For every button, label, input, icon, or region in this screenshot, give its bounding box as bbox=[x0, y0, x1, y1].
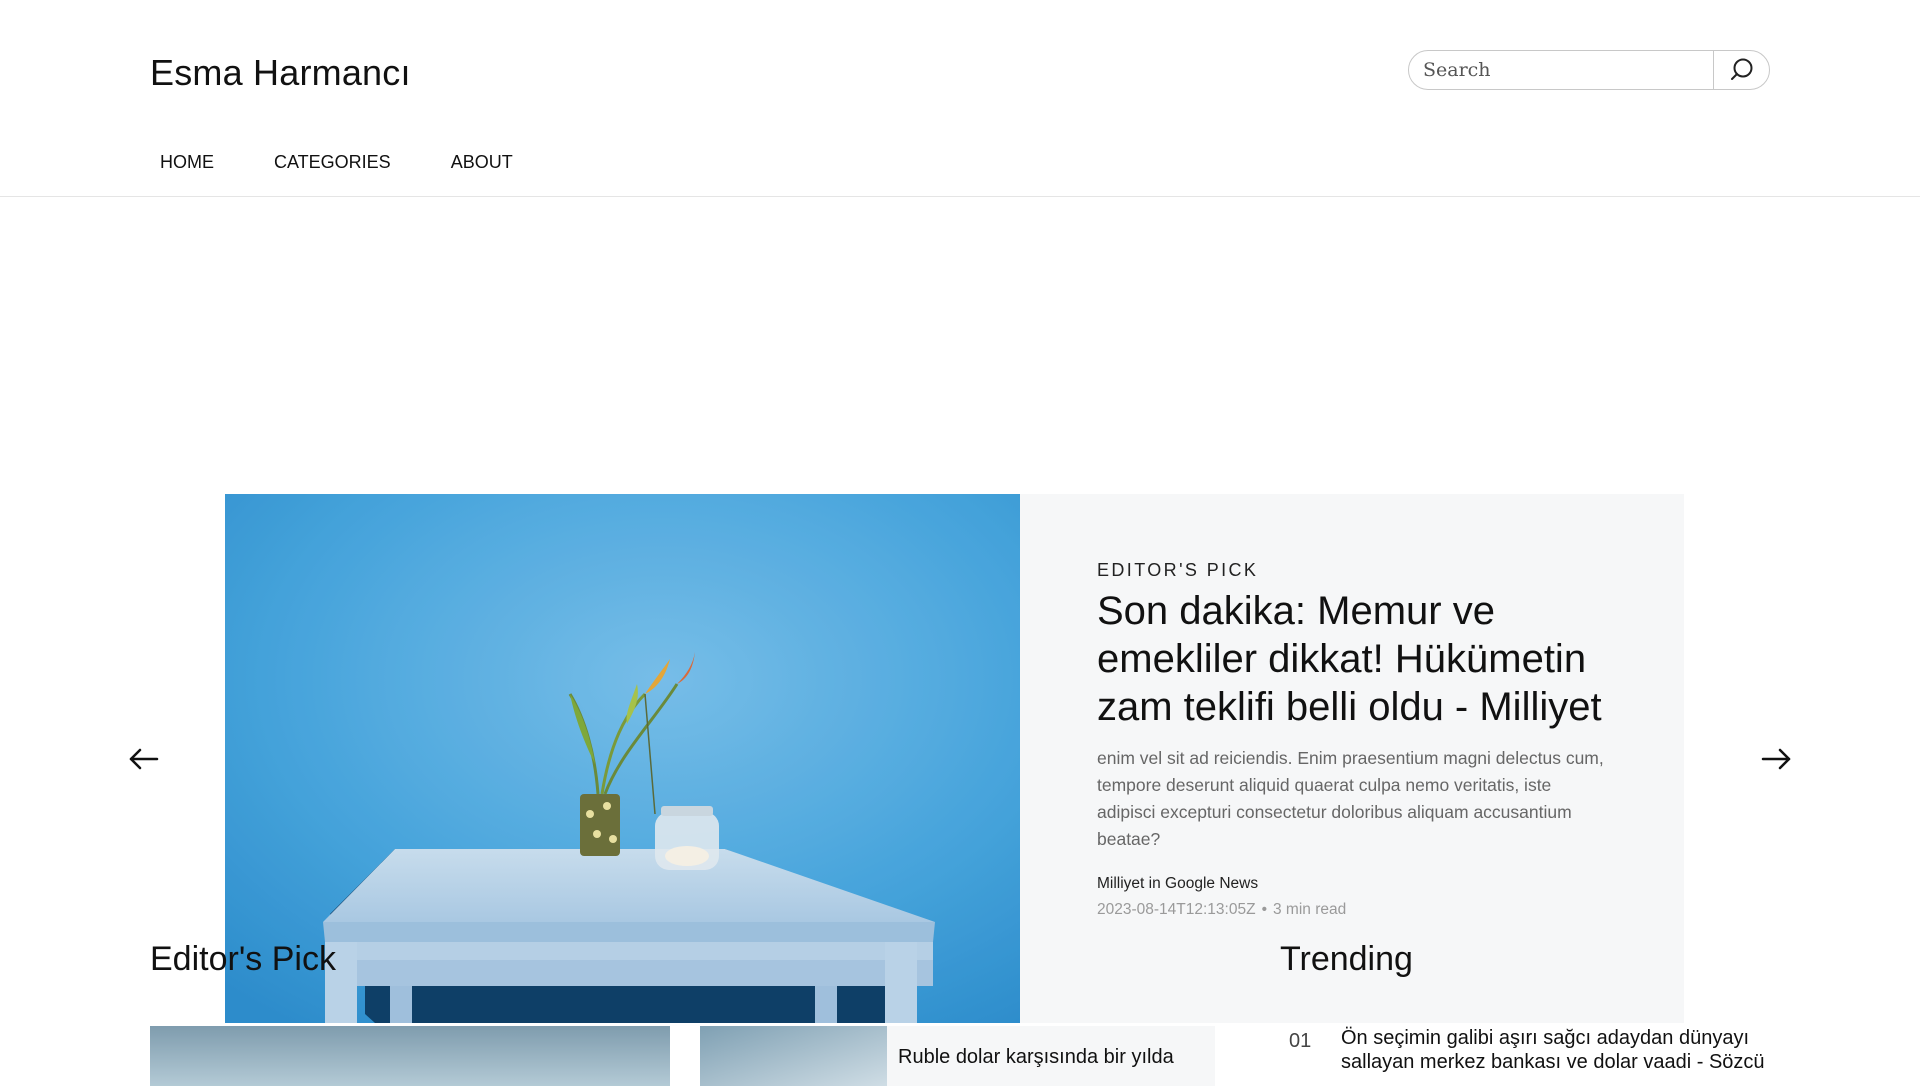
editors-pick-heading: Editor's Pick bbox=[150, 940, 336, 978]
hero-source[interactable]: Milliyet in Google News bbox=[1097, 875, 1614, 893]
trending-heading: Trending bbox=[1280, 940, 1413, 978]
editors-pick-card[interactable] bbox=[150, 1026, 670, 1086]
nav-categories[interactable]: CATEGORIES bbox=[264, 152, 401, 173]
trending-title[interactable]: Ön seçimin galibi aşırı sağcı adaydan dü… bbox=[1341, 1026, 1771, 1074]
site-title[interactable]: Esma Harmancı bbox=[150, 52, 411, 94]
arrow-right-icon[interactable] bbox=[1759, 742, 1793, 776]
hero-read-time: 3 min read bbox=[1273, 901, 1347, 918]
search-icon bbox=[1730, 58, 1752, 80]
hero-slide[interactable]: EDITOR'S PICK Son dakika: Memur ve emekl… bbox=[225, 494, 1684, 1023]
main-nav: HOME CATEGORIES ABOUT bbox=[150, 152, 563, 173]
trending-item[interactable]: 01 Ön seçimin galibi aşırı sağcı adaydan… bbox=[1280, 1026, 1780, 1074]
hero-title[interactable]: Son dakika: Memur ve emekliler dikkat! H… bbox=[1097, 587, 1614, 731]
hero-date: 2023-08-14T12:13:05Z bbox=[1097, 901, 1256, 918]
nav-about[interactable]: ABOUT bbox=[441, 152, 523, 173]
hero-image[interactable] bbox=[225, 494, 1020, 1023]
search-button[interactable] bbox=[1713, 51, 1769, 89]
card-image[interactable] bbox=[150, 1026, 670, 1086]
hero-excerpt: enim vel sit ad reiciendis. Enim praesen… bbox=[1097, 748, 1604, 849]
meta-separator: • bbox=[1261, 901, 1267, 918]
search-input[interactable] bbox=[1409, 51, 1723, 89]
arrow-left-icon[interactable] bbox=[127, 742, 161, 776]
editors-pick-card[interactable]: Ruble dolar karşısında bir yılda bbox=[700, 1026, 1215, 1086]
hero-meta: 2023-08-14T12:13:05Z • 3 min read bbox=[1097, 901, 1614, 919]
search-box bbox=[1408, 50, 1770, 90]
card-title[interactable]: Ruble dolar karşısında bir yılda bbox=[887, 1026, 1174, 1086]
site-header: Esma Harmancı HOME CATEGORIES ABOUT bbox=[0, 0, 1920, 197]
card-thumbnail[interactable] bbox=[700, 1026, 887, 1086]
nav-home[interactable]: HOME bbox=[150, 152, 224, 173]
trending-rank: 01 bbox=[1289, 1030, 1312, 1052]
hero-kicker: EDITOR'S PICK bbox=[1097, 560, 1259, 580]
